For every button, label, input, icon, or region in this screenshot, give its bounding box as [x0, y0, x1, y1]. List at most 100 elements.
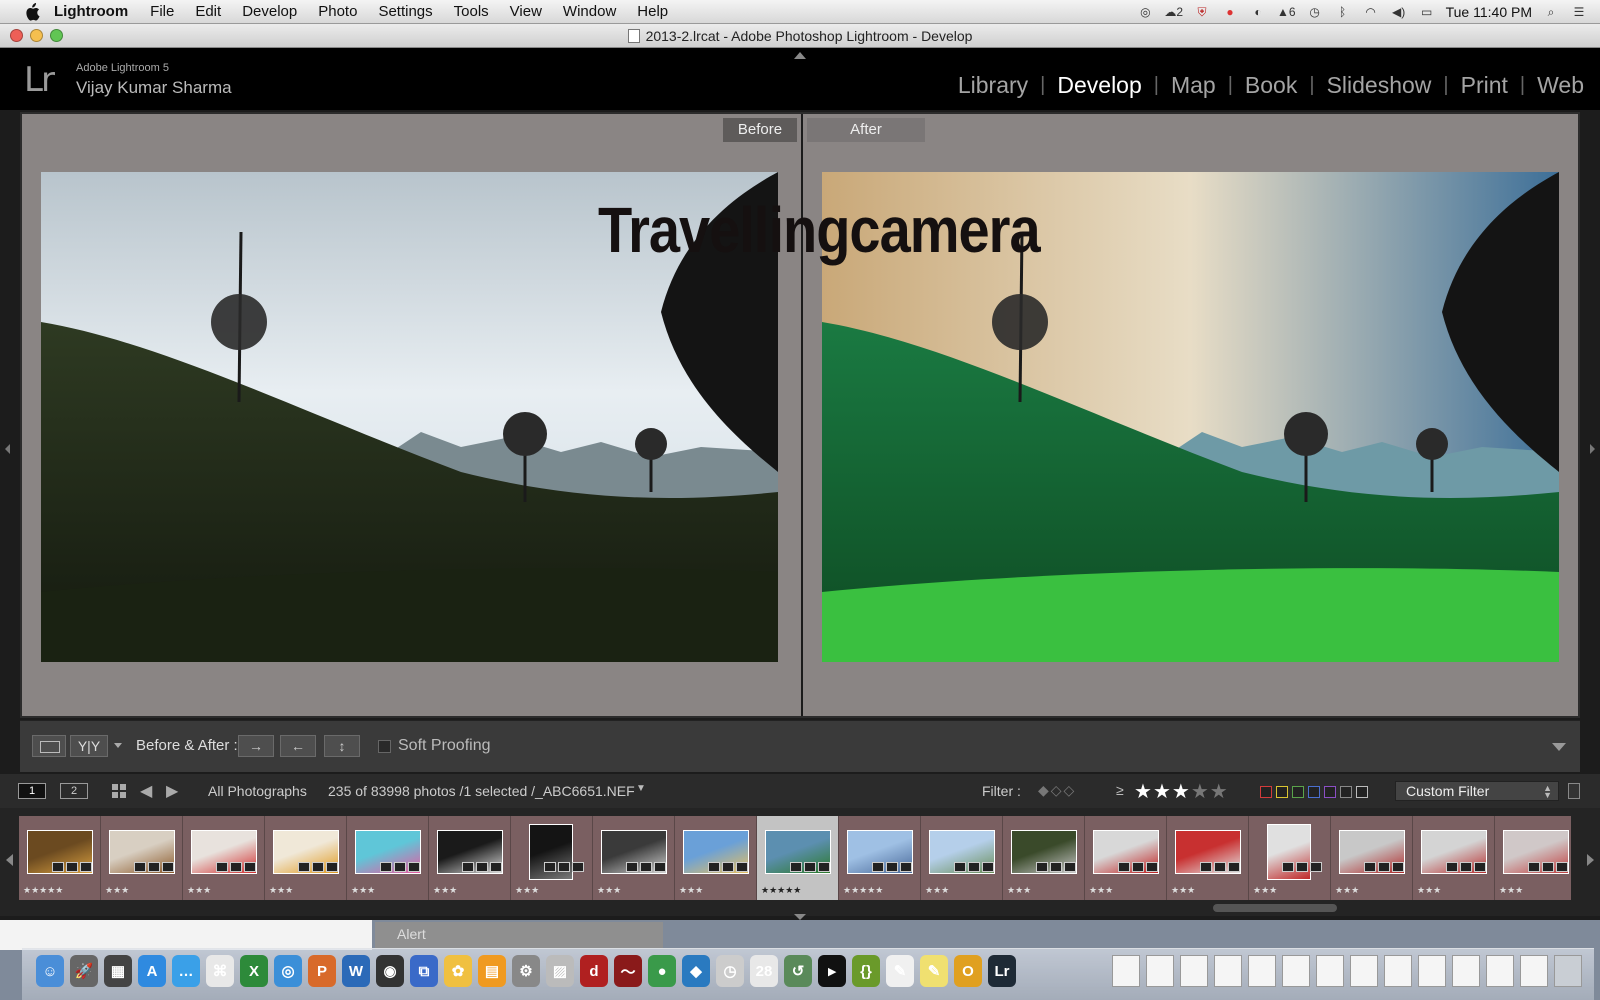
filmstrip-thumbnail[interactable]: ★★★ — [1085, 816, 1167, 900]
filmstrip-scroll-right-icon[interactable] — [1587, 854, 1594, 866]
filmstrip-thumbnail[interactable]: ★★★ — [511, 816, 593, 900]
color-label-swatch[interactable] — [1308, 786, 1320, 798]
document-stack-icon[interactable] — [1486, 955, 1514, 987]
alert-window[interactable]: Alert — [375, 922, 663, 948]
document-stack-icon[interactable] — [1316, 955, 1344, 987]
module-develop[interactable]: Develop — [1057, 72, 1141, 99]
dictionary-icon[interactable]: d — [580, 955, 608, 987]
document-stack-icon[interactable] — [1418, 955, 1446, 987]
filmstrip-thumbnail[interactable]: ★★★ — [1331, 816, 1413, 900]
photos-icon[interactable]: ✿ — [444, 955, 472, 987]
left-panel-toggle-icon[interactable] — [5, 444, 10, 454]
forward-arrow-icon[interactable]: ▶ — [166, 781, 178, 801]
source-dropdown-icon[interactable]: ▼ — [636, 783, 646, 794]
filmstrip-thumbnail[interactable]: ★★★ — [347, 816, 429, 900]
module-book[interactable]: Book — [1245, 72, 1297, 99]
readiris-icon[interactable]: ◐ — [1249, 4, 1267, 20]
antivirus-icon[interactable]: ⛨ — [1193, 4, 1211, 20]
menu-window[interactable]: Window — [563, 3, 616, 20]
filmstrip-count[interactable]: 235 of 83998 photos /1 selected /_ABC665… — [328, 783, 635, 799]
rating-star-icon[interactable]: ★ — [1210, 781, 1229, 803]
filmstrip-source[interactable]: All Photographs — [208, 783, 307, 799]
powerpoint-icon[interactable]: P — [308, 955, 336, 987]
filmstrip-thumbnail[interactable]: ★★★★★ — [839, 816, 921, 900]
excel-icon[interactable]: X — [240, 955, 268, 987]
acrobat-icon[interactable]: ⌘ — [206, 955, 234, 987]
launchpad-icon[interactable]: 🚀 — [70, 955, 98, 987]
filmstrip-thumbnail[interactable]: ★★★ — [101, 816, 183, 900]
app-menu[interactable]: Lightroom — [54, 3, 128, 20]
textedit-icon[interactable]: ✎ — [886, 955, 914, 987]
network-icon[interactable]: ◆ — [682, 955, 710, 987]
menu-edit[interactable]: Edit — [195, 3, 221, 20]
trash-icon[interactable] — [1554, 955, 1582, 987]
flag-filter-icons[interactable]: ◆◇◇ — [1038, 782, 1076, 799]
filmstrip-thumbnail[interactable]: ★★★ — [593, 816, 675, 900]
copy-before-to-after-button[interactable]: → — [238, 735, 274, 757]
menu-photo[interactable]: Photo — [318, 3, 357, 20]
module-web[interactable]: Web — [1537, 72, 1584, 99]
filmstrip-scrollbar[interactable] — [1213, 904, 1337, 912]
filmstrip-thumbnail[interactable]: ★★★ — [1413, 816, 1495, 900]
minimize-button[interactable] — [30, 29, 43, 42]
zoom-button[interactable] — [50, 29, 63, 42]
time-machine-icon[interactable]: ◷ — [1306, 4, 1324, 20]
airport-icon[interactable]: ◉ — [376, 955, 404, 987]
menu-help[interactable]: Help — [637, 3, 668, 20]
close-button[interactable] — [10, 29, 23, 42]
document-stack-icon[interactable] — [1214, 955, 1242, 987]
color-label-swatch[interactable] — [1260, 786, 1272, 798]
rating-star-icon[interactable]: ★ — [1134, 781, 1153, 803]
wifi-icon[interactable]: ◠ — [1362, 4, 1380, 20]
finder-icon[interactable]: ☺ — [36, 955, 64, 987]
filter-lock-icon[interactable] — [1568, 783, 1580, 799]
back-arrow-icon[interactable]: ◀ — [140, 781, 152, 801]
settings-icon[interactable]: ⚙ — [512, 955, 540, 987]
filmstrip-thumbnail[interactable]: ★★★★★ — [19, 816, 101, 900]
volume-icon[interactable]: ◀) — [1390, 4, 1408, 20]
word-icon[interactable]: W — [342, 955, 370, 987]
module-library[interactable]: Library — [958, 72, 1028, 99]
custom-filter-select[interactable]: Custom Filter ▲ ▼ — [1395, 781, 1559, 801]
loupe-view-button[interactable] — [32, 735, 66, 757]
color-label-swatch[interactable] — [1340, 786, 1352, 798]
toolbar-options-chevron-icon[interactable] — [1552, 743, 1566, 751]
document-stack-icon[interactable] — [1180, 955, 1208, 987]
apple-menu-icon[interactable] — [22, 2, 42, 21]
mcafee-icon[interactable]: ● — [1221, 4, 1239, 20]
filmstrip-thumbnail[interactable]: ★★★ — [1167, 816, 1249, 900]
bluetooth-icon[interactable]: ᛒ — [1334, 4, 1352, 20]
calendar-icon[interactable]: 28 — [750, 955, 778, 987]
rss-icon[interactable]: 〜 — [614, 955, 642, 987]
terminal-icon[interactable]: ▸ — [818, 955, 846, 987]
clock-icon[interactable]: ◷ — [716, 955, 744, 987]
spotlight-search-icon[interactable]: ⌕ — [1542, 4, 1560, 20]
notification-center-icon[interactable]: ☰ — [1570, 4, 1588, 20]
adobe-updater-icon[interactable]: ▲ 6 — [1277, 4, 1296, 20]
rating-star-icon[interactable]: ★ — [1172, 781, 1191, 803]
time-machine-icon[interactable]: ↺ — [784, 955, 812, 987]
soft-proofing-checkbox[interactable] — [378, 740, 391, 753]
document-stack-icon[interactable] — [1248, 955, 1276, 987]
module-map[interactable]: Map — [1171, 72, 1216, 99]
filmstrip-thumbnail[interactable]: ★★★ — [265, 816, 347, 900]
view-mode-dropdown-icon[interactable] — [114, 743, 122, 748]
filmstrip-scroll-left-icon[interactable] — [6, 854, 13, 866]
document-stack-icon[interactable] — [1384, 955, 1412, 987]
menu-develop[interactable]: Develop — [242, 3, 297, 20]
menubar-clock[interactable]: Tue 11:40 PM — [1446, 4, 1532, 20]
document-stack-icon[interactable] — [1350, 955, 1378, 987]
module-slideshow[interactable]: Slideshow — [1327, 72, 1432, 99]
rating-star-icon[interactable]: ★ — [1191, 781, 1210, 803]
secondary-window-button[interactable]: 2 — [60, 783, 88, 799]
collapse-top-panel-icon[interactable] — [794, 52, 806, 59]
menu-tools[interactable]: Tools — [454, 3, 489, 20]
before-after-mode-button[interactable]: Y|Y — [70, 735, 108, 757]
brackets-icon[interactable]: {} — [852, 955, 880, 987]
menu-view[interactable]: View — [510, 3, 542, 20]
main-window-button[interactable]: 1 — [18, 783, 46, 799]
filmstrip-thumbnail[interactable]: ★★★ — [675, 816, 757, 900]
creative-cloud-icon[interactable]: ☁ 2 — [1164, 4, 1183, 20]
document-stack-icon[interactable] — [1282, 955, 1310, 987]
dashboard-icon[interactable]: ▦ — [104, 955, 132, 987]
